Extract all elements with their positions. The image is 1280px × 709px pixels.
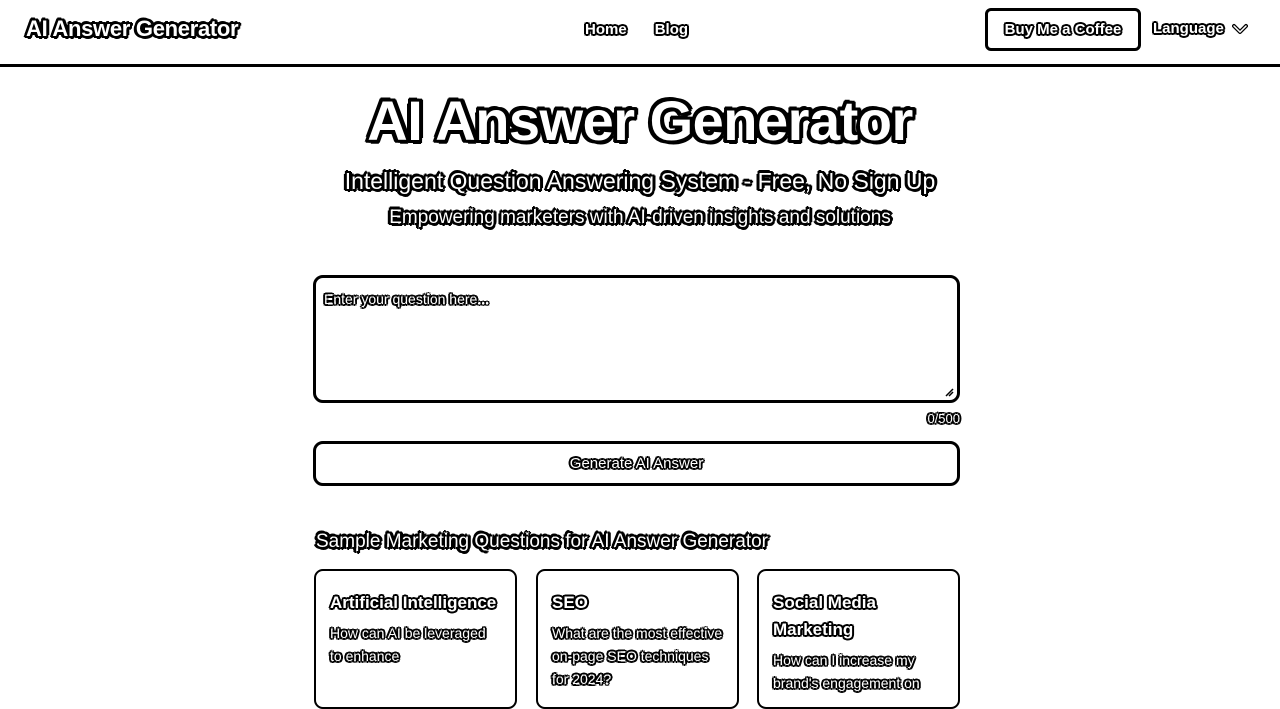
nav-home-link[interactable]: Home (585, 21, 627, 38)
page-title: AI Answer Generator (367, 89, 913, 152)
sample-card-title: SEO (552, 593, 588, 612)
samples-heading: Sample Marketing Questions for AI Answer… (316, 531, 768, 552)
question-input[interactable] (316, 278, 957, 400)
resize-handle-icon[interactable] (944, 387, 954, 397)
chevron-down-icon (1231, 23, 1248, 34)
character-counter: 0/500 (927, 411, 960, 426)
main-nav: Home Blog (585, 21, 688, 38)
sample-card-question: How can AI be leveraged to enhance (330, 625, 486, 664)
language-selector[interactable]: Language (1153, 20, 1248, 37)
sample-card-question: How can I increase my brand's engagement… (773, 652, 920, 691)
nav-blog-link[interactable]: Blog (655, 21, 688, 38)
page-tagline: Empowering marketers with AI-driven insi… (389, 207, 891, 228)
sample-card-title: Artificial Intelligence (330, 593, 497, 612)
sample-card-title: Social Media Marketing (773, 593, 876, 639)
site-header: AI Answer Generator Home Blog Buy Me a C… (0, 0, 1280, 67)
sample-card-question: What are the most effective on-page SEO … (552, 625, 723, 687)
sample-card-ai[interactable]: Artificial Intelligence How can AI be le… (314, 569, 517, 709)
language-label: Language (1153, 20, 1224, 37)
buy-me-a-coffee-button[interactable]: Buy Me a Coffee (985, 8, 1141, 51)
sample-card-social-media[interactable]: Social Media Marketing How can I increas… (757, 569, 960, 709)
sample-card-seo[interactable]: SEO What are the most effective on-page … (536, 569, 739, 709)
buy-me-a-coffee-label: Buy Me a Coffee (1004, 21, 1122, 38)
generate-answer-label: Generate AI Answer (569, 455, 704, 472)
generate-answer-button[interactable]: Generate AI Answer (313, 441, 960, 486)
page-subtitle: Intelligent Question Answering System - … (344, 168, 936, 194)
brand-logo[interactable]: AI Answer Generator (26, 16, 239, 42)
question-input-container (313, 275, 960, 403)
